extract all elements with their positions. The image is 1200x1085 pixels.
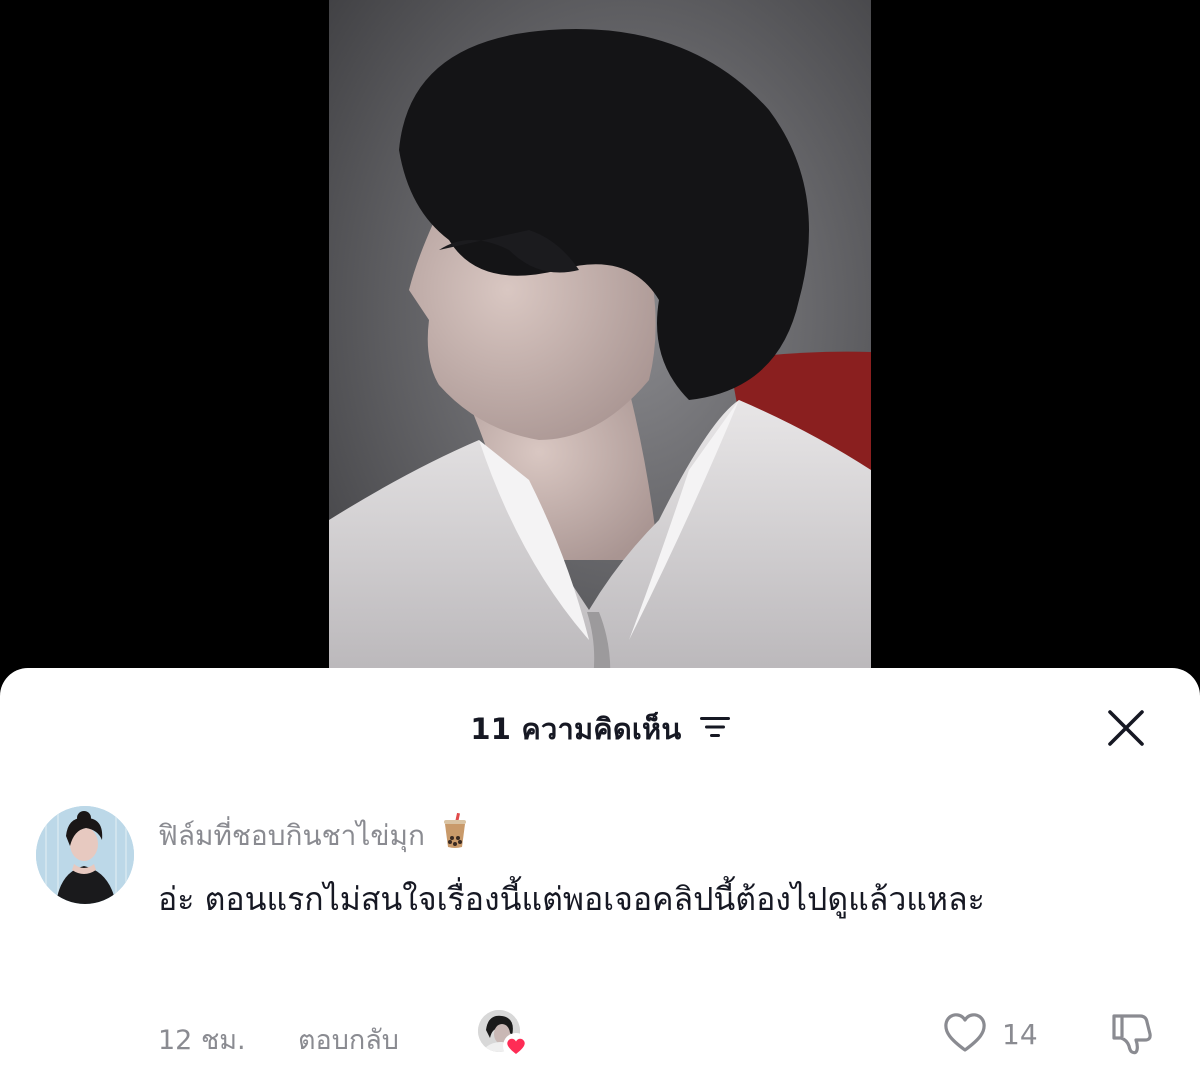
thumbs-down-icon — [1112, 1014, 1152, 1055]
video-preview[interactable] — [329, 0, 871, 690]
dislike-button[interactable] — [1106, 1006, 1158, 1058]
comments-title: 11 ความคิดเห็น — [0, 706, 1200, 752]
close-button[interactable] — [1104, 706, 1148, 750]
username-text: ฟิล์มที่ชอบกินชาไข่มุก — [158, 819, 425, 852]
reply-button[interactable]: ตอบกลับ — [298, 1018, 399, 1061]
comment-text: อ่ะ ตอนแรกไม่สนใจเรื่องนี้แต่พอเจอคลิปนี… — [158, 880, 985, 918]
comments-title-label: ความคิดเห็น — [521, 712, 682, 746]
sort-lines-icon[interactable] — [699, 712, 730, 746]
comment-actions: 12 ชม. ตอบกลับ 14 — [0, 1006, 1200, 1061]
like-count: 14 — [1002, 1018, 1038, 1051]
like-button[interactable] — [940, 1008, 990, 1058]
creator-liked-badge — [476, 1008, 532, 1060]
comment-count: 11 — [470, 712, 512, 746]
comment-username[interactable]: ฟิล์มที่ชอบกินชาไข่มุก — [158, 812, 468, 858]
comments-header: 11 ความคิดเห็น — [0, 668, 1200, 786]
app-screen: 11 ความคิดเห็น ฟิล์มที่ชอบกินชาไข่มุก อ่… — [0, 0, 1200, 1085]
avatar-image — [36, 806, 134, 904]
video-frame-image — [329, 0, 871, 690]
avatar[interactable] — [36, 806, 134, 904]
close-icon — [1108, 710, 1144, 746]
comments-sheet: 11 ความคิดเห็น ฟิล์มที่ชอบกินชาไข่มุก อ่… — [0, 668, 1200, 1085]
bubble-tea-icon — [442, 812, 468, 856]
comment-time: 12 ชม. — [158, 1025, 246, 1056]
heart-outline-icon — [944, 1013, 986, 1052]
heart-badge-icon — [502, 1032, 530, 1060]
